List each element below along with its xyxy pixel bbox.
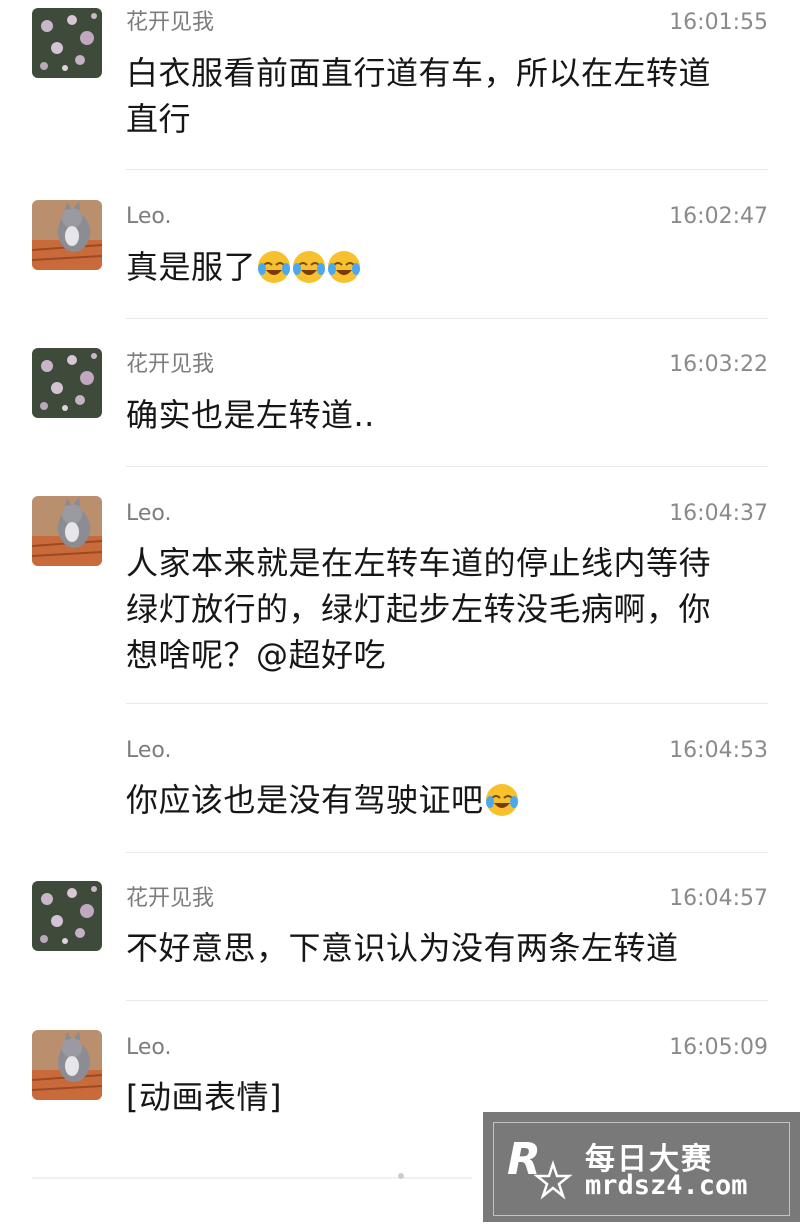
comment-line: 直行 [126,100,192,138]
comment-author[interactable]: 花开见我 [126,350,214,380]
divider [126,318,768,319]
comment-author[interactable]: 花开见我 [126,8,214,38]
comment-author[interactable]: 花开见我 [126,884,214,914]
laugh-cry-emoji-icon [256,248,291,286]
comment-text: 不好意思，下意识认为没有两条左转道 [126,925,766,971]
comment-line: 白衣服看前面直行道有车，所以在左转道 [126,54,712,92]
comment-text: 真是服了 [126,244,766,290]
comment-time: 16:04:53 [669,738,768,763]
comment-text: 确实也是左转道.. [126,392,766,438]
laugh-cry-emoji-icon [484,781,519,819]
comment-text: 白衣服看前面直行道有车，所以在左转道 直行 [126,50,766,142]
divider [126,1000,768,1001]
comment-line: 真是服了 [126,248,257,286]
comment-time: 16:04:37 [669,501,768,526]
laugh-cry-emoji-icon [291,248,326,286]
bottom-divider [32,1177,472,1179]
watermark: R 每日大赛 mrdsz4.com [483,1112,800,1222]
page-indicator-dot [398,1173,404,1179]
comment-text: 你应该也是没有驾驶证吧 [126,777,766,823]
comment-time: 16:01:55 [669,10,768,35]
avatar-cat[interactable] [32,1030,102,1100]
comment-line: 想啥呢？@超好吃 [126,636,387,674]
comment-time: 16:04:57 [669,886,768,911]
avatar-cat[interactable] [32,200,102,270]
comment-line: 你应该也是没有驾驶证吧 [126,781,484,819]
watermark-logo-letter: R [507,1134,541,1185]
comment-time: 16:02:47 [669,204,768,229]
divider [126,852,768,853]
comment-time: 16:03:22 [669,352,768,377]
avatar-flower[interactable] [32,348,102,418]
watermark-url: mrdsz4.com [585,1170,748,1201]
divider [126,169,768,170]
divider [126,703,768,704]
comment-author[interactable]: Leo. [126,736,171,766]
comment-text: 人家本来就是在左转车道的停止线内等待 绿灯放行的，绿灯起步左转没毛病啊，你 想啥… [126,540,766,678]
comment-author[interactable]: Leo. [126,499,171,529]
avatar-flower[interactable] [32,8,102,78]
avatar-cat[interactable] [32,496,102,566]
comment-author[interactable]: Leo. [126,1033,171,1063]
comment-author[interactable]: Leo. [126,202,171,232]
divider [126,466,768,467]
comment-line: 不好意思，下意识认为没有两条左转道 [126,929,679,967]
watermark-logo-icon: R [503,1130,573,1204]
laugh-cry-emoji-icon [326,248,361,286]
comment-line: 确实也是左转道.. [126,396,375,434]
comment-line: 绿灯放行的，绿灯起步左转没毛病啊，你 [126,590,712,628]
comment-line: 人家本来就是在左转车道的停止线内等待 [126,544,712,582]
avatar-flower[interactable] [32,881,102,951]
comment-time: 16:05:09 [669,1035,768,1060]
